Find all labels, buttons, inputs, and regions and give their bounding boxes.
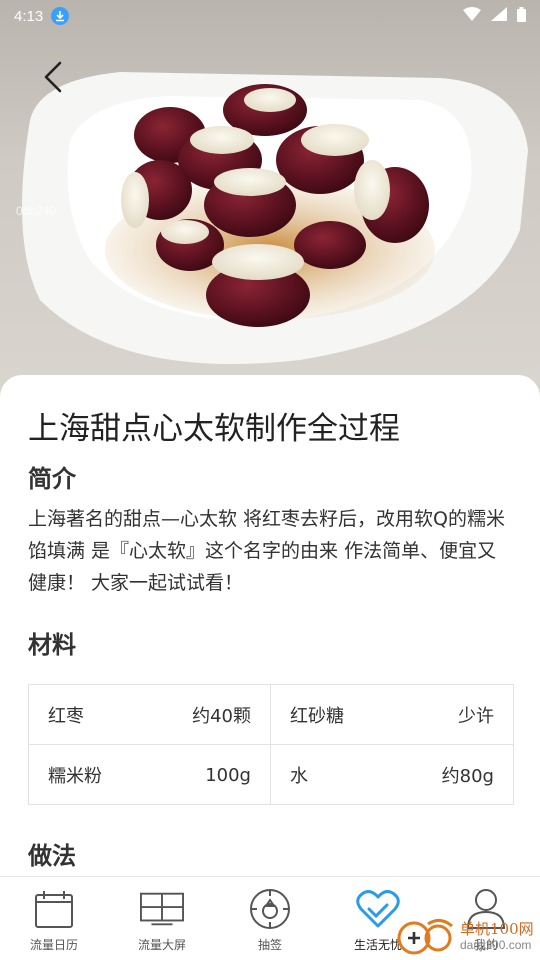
material-amount: 约80g — [441, 766, 494, 787]
nav-label: 抽签 — [257, 938, 282, 952]
materials-heading: 材料 — [28, 631, 76, 659]
material-name: 水 — [290, 766, 308, 787]
back-button[interactable] — [30, 56, 76, 102]
status-time: 4:13 — [14, 7, 44, 25]
recipe-title: 上海甜点心太软制作全过程 — [28, 411, 400, 447]
site-url: danji100.com — [460, 938, 532, 952]
material-cell: 糯米粉 100g — [29, 745, 271, 805]
material-cell: 红枣 约40颗 — [29, 685, 271, 745]
material-cell: 红砂糖 少许 — [271, 685, 513, 745]
lottery-icon — [248, 887, 292, 931]
calendar-icon — [32, 887, 76, 931]
method-heading: 做法 — [28, 842, 76, 870]
nav-item-traffic-calendar[interactable]: 流量日历 — [0, 877, 108, 960]
material-name: 红砂糖 — [290, 705, 344, 727]
image-watermark: 0db240 — [16, 204, 57, 218]
site-logo-icon — [394, 914, 456, 960]
material-amount: 约40颗 — [192, 705, 251, 727]
site-watermark: 单机100网 danji100.com — [392, 912, 540, 960]
material-cell: 水 约80g — [271, 745, 513, 805]
material-name: 红枣 — [48, 705, 84, 727]
site-name: 单机100网 — [460, 920, 534, 938]
status-bar: 4:13 — [0, 0, 540, 32]
material-name: 糯米粉 — [48, 766, 102, 787]
wifi-icon — [463, 7, 481, 25]
material-amount: 100g — [205, 764, 251, 786]
intro-text: 上海著名的甜点—心太软 将红枣去籽后，改用软Q的糯米馅填满 是『心太软』这个名字… — [28, 508, 505, 594]
chevron-left-icon — [42, 61, 64, 97]
battery-icon — [517, 6, 526, 26]
download-icon — [51, 7, 70, 25]
nav-item-lottery[interactable]: 抽签 — [216, 877, 324, 960]
nav-item-traffic-screen[interactable]: 流量大屏 — [108, 877, 216, 960]
nav-label: 流量大屏 — [137, 938, 186, 952]
grid-screen-icon — [140, 887, 184, 931]
recipe-detail-sheet: 上海甜点心太软制作全过程 简介 上海著名的甜点—心太软 将红枣去籽后，改用软Q的… — [0, 375, 540, 880]
hero-image: 0db240 — [0, 0, 540, 400]
intro-heading: 简介 — [28, 465, 76, 493]
material-amount: 少许 — [458, 705, 494, 727]
signal-icon — [491, 7, 507, 25]
materials-table: 红枣 约40颗 红砂糖 少许 糯米粉 100g 水 约80g — [28, 684, 514, 805]
nav-label: 流量日历 — [29, 938, 78, 952]
